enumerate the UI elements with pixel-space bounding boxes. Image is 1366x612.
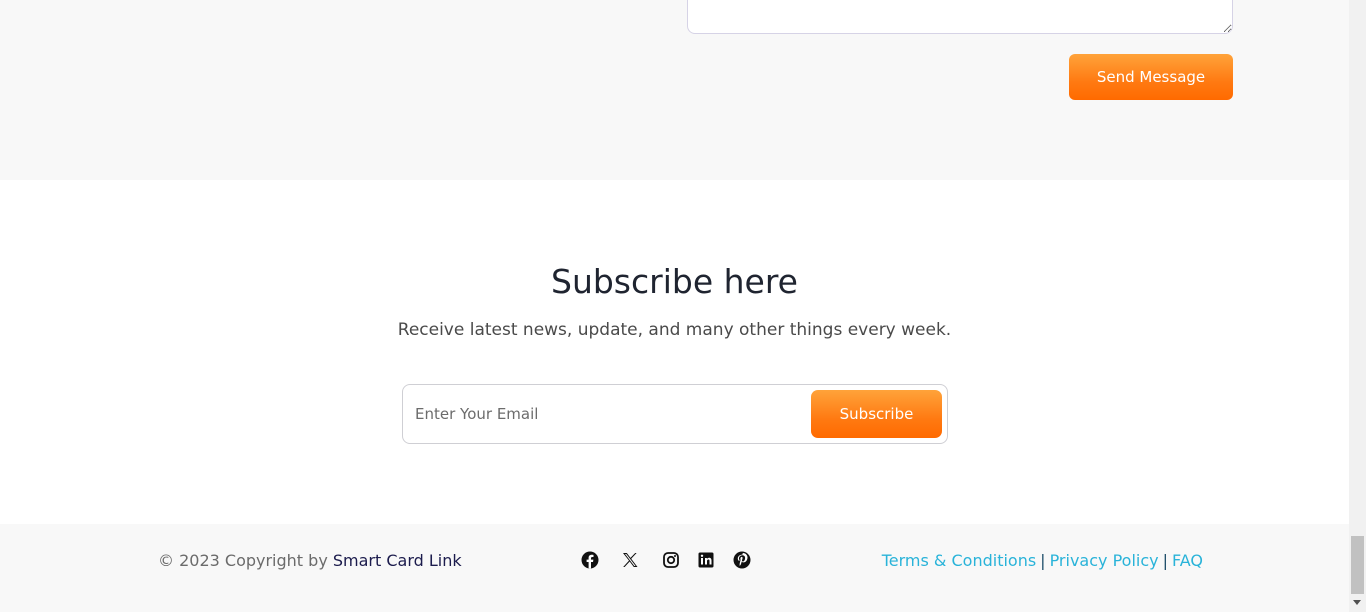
copyright: © 2023 Copyright by Smart Card Link [158,551,462,570]
contact-section: Send Message [0,0,1349,180]
message-textarea[interactable] [687,0,1233,34]
linkedin-icon[interactable] [697,551,715,569]
link-separator: | [1040,551,1046,570]
scroll-down-arrow-icon[interactable] [1353,600,1361,605]
scrollbar-thumb[interactable] [1351,536,1364,594]
privacy-link[interactable]: Privacy Policy [1050,551,1159,570]
copyright-text: © 2023 Copyright by [158,551,328,570]
subscribe-subtitle: Receive latest news, update, and many ot… [397,320,952,340]
link-separator: | [1162,551,1168,570]
x-icon[interactable] [621,551,639,569]
vertical-scrollbar[interactable] [1349,0,1366,612]
subscribe-form: Subscribe [402,384,948,444]
footer: © 2023 Copyright by Smart Card Link Term… [0,524,1349,612]
subscribe-title: Subscribe here [551,262,798,301]
terms-link[interactable]: Terms & Conditions [882,551,1036,570]
page: Send Message Subscribe here Receive late… [0,0,1366,612]
facebook-icon[interactable] [581,551,599,569]
pinterest-icon[interactable] [733,551,751,569]
instagram-icon[interactable] [662,551,680,569]
subscribe-button[interactable]: Subscribe [811,390,942,438]
faq-link[interactable]: FAQ [1172,551,1203,570]
email-input[interactable] [404,386,804,442]
send-message-button[interactable]: Send Message [1069,54,1233,100]
subscribe-section: Subscribe here Receive latest news, upda… [0,180,1349,524]
footer-links: Terms & Conditions | Privacy Policy | FAQ [882,551,1203,570]
brand-link[interactable]: Smart Card Link [333,551,462,570]
